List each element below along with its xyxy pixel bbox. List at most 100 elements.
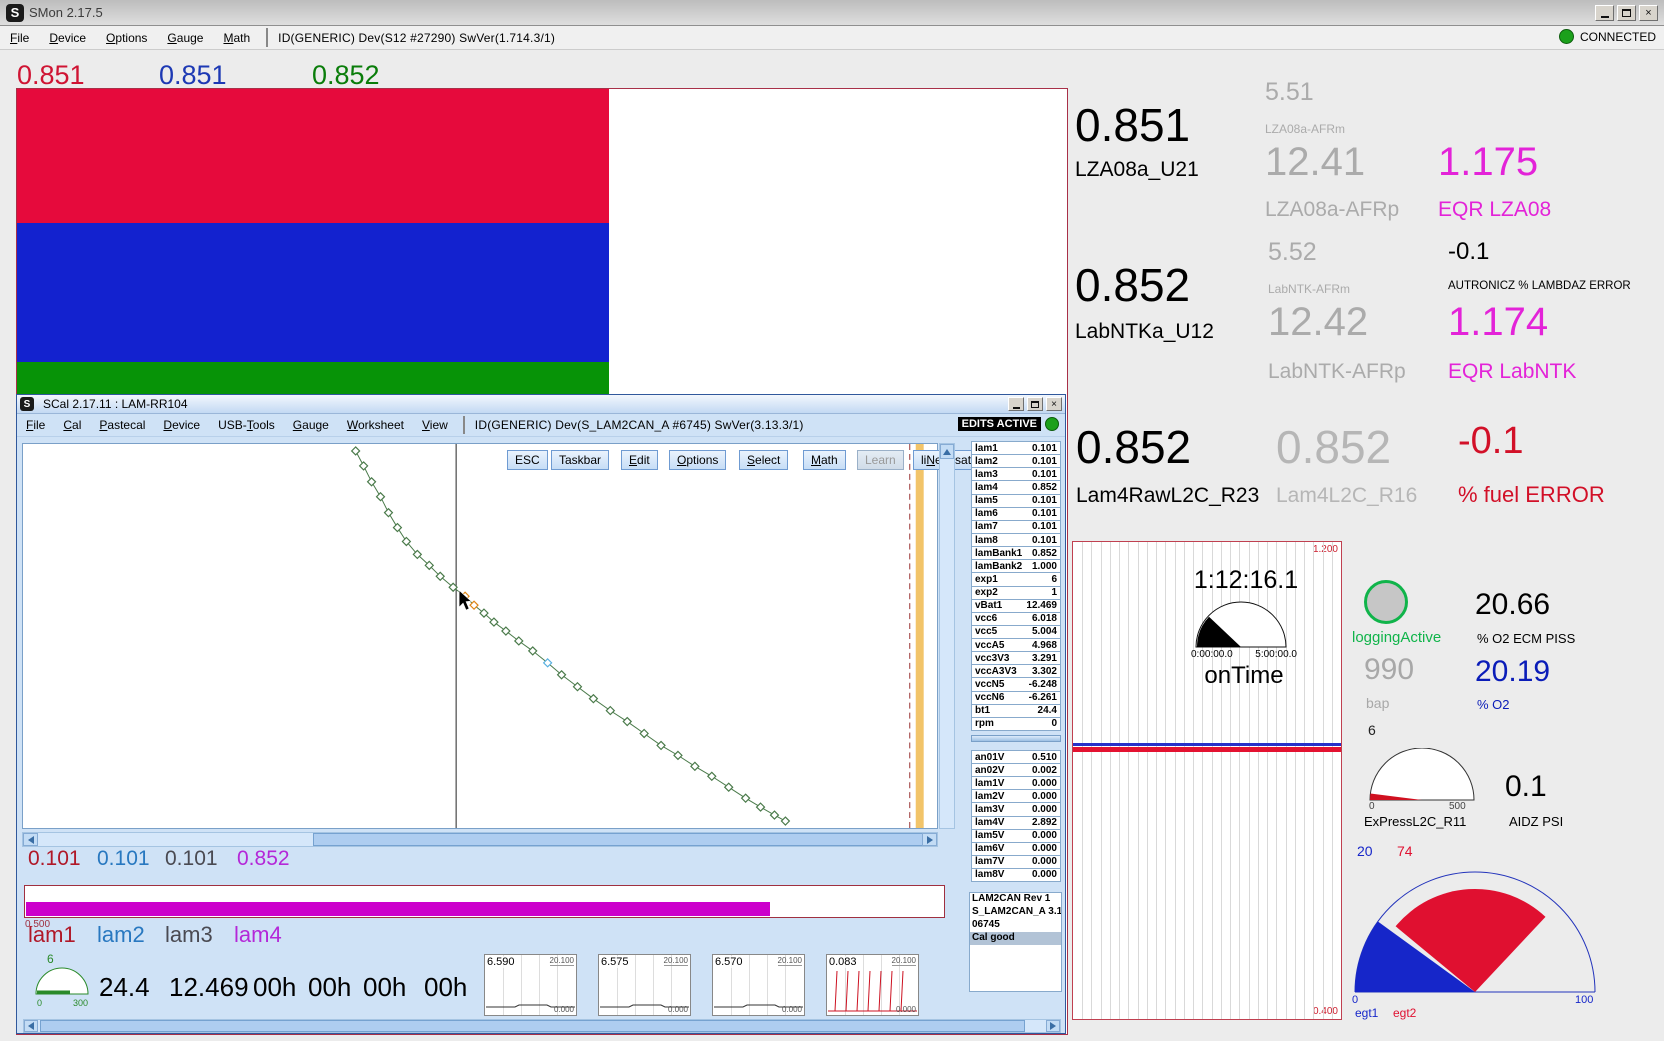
channel-row-lamBank1[interactable]: lamBank10.852 <box>972 547 1060 559</box>
toolbar-button-edit[interactable]: Edit <box>621 450 658 470</box>
channel-row-lam5V[interactable]: lam5V0.000 <box>972 830 1060 842</box>
smon-titlebar[interactable]: S SMon 2.17.5 × <box>0 0 1664 26</box>
graph-vscrollbar[interactable] <box>939 443 955 829</box>
fuel-error-label: % fuel ERROR <box>1458 482 1605 508</box>
scal-menu-gauge[interactable]: Gauge <box>284 418 338 432</box>
channel-row-lam3V[interactable]: lam3V0.000 <box>972 803 1060 815</box>
channel-row-lam2V[interactable]: lam2V0.000 <box>972 790 1060 802</box>
channel-row-lam6V[interactable]: lam6V0.000 <box>972 843 1060 855</box>
channel-row-vcc6[interactable]: vcc66.018 <box>972 613 1060 625</box>
scal-menu-view[interactable]: View <box>413 418 457 432</box>
channel-row-vccA3V3[interactable]: vccA3V33.302 <box>972 665 1060 677</box>
mini-chart-0: 6.59020.1000.000 <box>484 954 577 1016</box>
channel-row-lam4V[interactable]: lam4V2.892 <box>972 817 1060 829</box>
smon-menu-options[interactable]: Options <box>96 31 157 45</box>
smon-menu-file[interactable]: File <box>0 31 39 45</box>
channel-row-rpm[interactable]: rpm0 <box>972 718 1060 730</box>
device-info-panel: LAM2CAN Rev 1S_LAM2CAN_A 3.106745Cal goo… <box>969 892 1062 992</box>
eqr-labntk-label: EQR LabNTK <box>1448 360 1576 384</box>
channel-row-exp1[interactable]: exp16 <box>972 573 1060 585</box>
top-readout-2: 0.851 <box>159 60 227 91</box>
exp-value: 6 <box>1368 722 1376 738</box>
logging-active-label: loggingActive <box>1352 629 1441 646</box>
mini-chart-max: 20.100 <box>664 956 688 966</box>
graph-hscrollbar[interactable] <box>22 832 938 847</box>
channel-row-vccA5[interactable]: vccA54.968 <box>972 639 1060 651</box>
scal-menu-file[interactable]: File <box>17 418 54 432</box>
scal-menu-worksheet[interactable]: Worksheet <box>338 418 413 432</box>
calibration-graph[interactable] <box>22 443 938 829</box>
minimize-icon[interactable] <box>1595 5 1614 21</box>
mini-chart-max: 20.100 <box>778 956 802 966</box>
scal-menubar: FileCalPastecalDeviceUSB-ToolsGaugeWorks… <box>17 414 1065 437</box>
channel-row-lam1[interactable]: lam10.101 <box>972 442 1060 454</box>
toolbar-button-math[interactable]: Math <box>803 450 846 470</box>
labntka-value: 0.852 <box>1075 258 1190 312</box>
channel-row-vccN6[interactable]: vccN6-6.261 <box>972 692 1060 704</box>
channel-row-bt1[interactable]: bt124.4 <box>972 705 1060 717</box>
band-red <box>17 89 609 223</box>
menubar-separator <box>266 28 268 47</box>
egt-max: 100 <box>1575 994 1593 1006</box>
express-min: 0 <box>1369 801 1375 812</box>
maximize-icon[interactable] <box>1617 5 1636 21</box>
small-gauge-max: 300 <box>73 998 88 1008</box>
edits-active-indicator-icon <box>1045 417 1059 431</box>
lam4l2c-value: 0.852 <box>1276 420 1391 474</box>
channel-row-lam3[interactable]: lam30.101 <box>972 468 1060 480</box>
mini-chart-value: 6.590 <box>487 956 515 968</box>
channel-row-an01V[interactable]: an01V0.510 <box>972 751 1060 763</box>
scal-menu-cal[interactable]: Cal <box>54 418 90 432</box>
toolbar-button-learn[interactable]: Learn <box>857 450 904 470</box>
device-info-row[interactable]: LAM2CAN Rev 1 <box>970 893 1061 906</box>
lam4-bar-gauge <box>24 885 945 918</box>
labntk-afrp-label: LabNTK-AFRp <box>1268 360 1406 384</box>
stat-value-0: 24.4 <box>99 972 150 1003</box>
device-info-row[interactable]: S_LAM2CAN_A 3.1 <box>970 906 1061 919</box>
channel-row-lam7V[interactable]: lam7V0.000 <box>972 856 1060 868</box>
channel-row-lam7[interactable]: lam70.101 <box>972 521 1060 533</box>
scal-minimize-icon[interactable] <box>1008 397 1024 411</box>
mini-chart-value: 0.083 <box>829 956 857 968</box>
smon-menu-device[interactable]: Device <box>39 31 96 45</box>
channel-row-an02V[interactable]: an02V0.002 <box>972 764 1060 776</box>
channel-row-vccN5[interactable]: vccN5-6.248 <box>972 678 1060 690</box>
channel-row-lam1V[interactable]: lam1V0.000 <box>972 777 1060 789</box>
express-label: ExPressL2C_R11 <box>1364 814 1466 829</box>
device-info-row[interactable]: 06745 <box>970 919 1061 932</box>
connected-indicator-icon <box>1559 29 1574 44</box>
smon-window: S SMon 2.17.5 × FileDeviceOptionsGaugeMa… <box>0 0 1664 1041</box>
device-info-row[interactable]: Cal good <box>970 932 1061 945</box>
channel-row-lam2[interactable]: lam20.101 <box>972 455 1060 467</box>
scal-menu-usb-tools[interactable]: USB-Tools <box>209 418 284 432</box>
channel-row-lam8V[interactable]: lam8V0.000 <box>972 869 1060 881</box>
toolbar-button-taskbar[interactable]: Taskbar <box>551 450 609 470</box>
lambdaz-error-value: -0.1 <box>1448 238 1489 266</box>
channel-row-vcc3V3[interactable]: vcc3V33.291 <box>972 652 1060 664</box>
channel-row-lam4[interactable]: lam40.852 <box>972 481 1060 493</box>
scal-menu-device[interactable]: Device <box>154 418 209 432</box>
toolbar-button-select[interactable]: Select <box>739 450 788 470</box>
scal-bottom-scrollbar[interactable] <box>23 1019 1061 1033</box>
lam-readout-lam3: 0.101 <box>165 847 218 871</box>
scal-device-id: ID(GENERIC) Dev(S_LAM2CAN_A #6745) SwVer… <box>471 418 804 432</box>
channel-row-exp2[interactable]: exp21 <box>972 587 1060 599</box>
close-icon[interactable]: × <box>1639 5 1658 21</box>
channel-row-lam8[interactable]: lam80.101 <box>972 534 1060 546</box>
smon-menu-math[interactable]: Math <box>213 31 260 45</box>
channel-row-lam6[interactable]: lam60.101 <box>972 508 1060 520</box>
mini-chart-min: 0.000 <box>554 1005 574 1014</box>
channel-row-lam5[interactable]: lam50.101 <box>972 495 1060 507</box>
scal-menu-pastecal[interactable]: Pastecal <box>90 418 154 432</box>
mini-chart-min: 0.000 <box>668 1005 688 1014</box>
smon-menu-gauge[interactable]: Gauge <box>157 31 213 45</box>
toolbar-button-options[interactable]: Options <box>669 450 726 470</box>
lam4raw-label: Lam4RawL2C_R23 <box>1076 484 1259 508</box>
toolbar-button-esc[interactable]: ESC <box>507 450 548 470</box>
scal-maximize-icon[interactable] <box>1027 397 1043 411</box>
scal-titlebar[interactable]: S SCal 2.17.11 : LAM-RR104 × <box>17 395 1065 414</box>
channel-row-lamBank2[interactable]: lamBank21.000 <box>972 560 1060 572</box>
scal-close-icon[interactable]: × <box>1046 397 1062 411</box>
channel-row-vcc5[interactable]: vcc55.004 <box>972 626 1060 638</box>
channel-row-vBat1[interactable]: vBat112.469 <box>972 600 1060 612</box>
